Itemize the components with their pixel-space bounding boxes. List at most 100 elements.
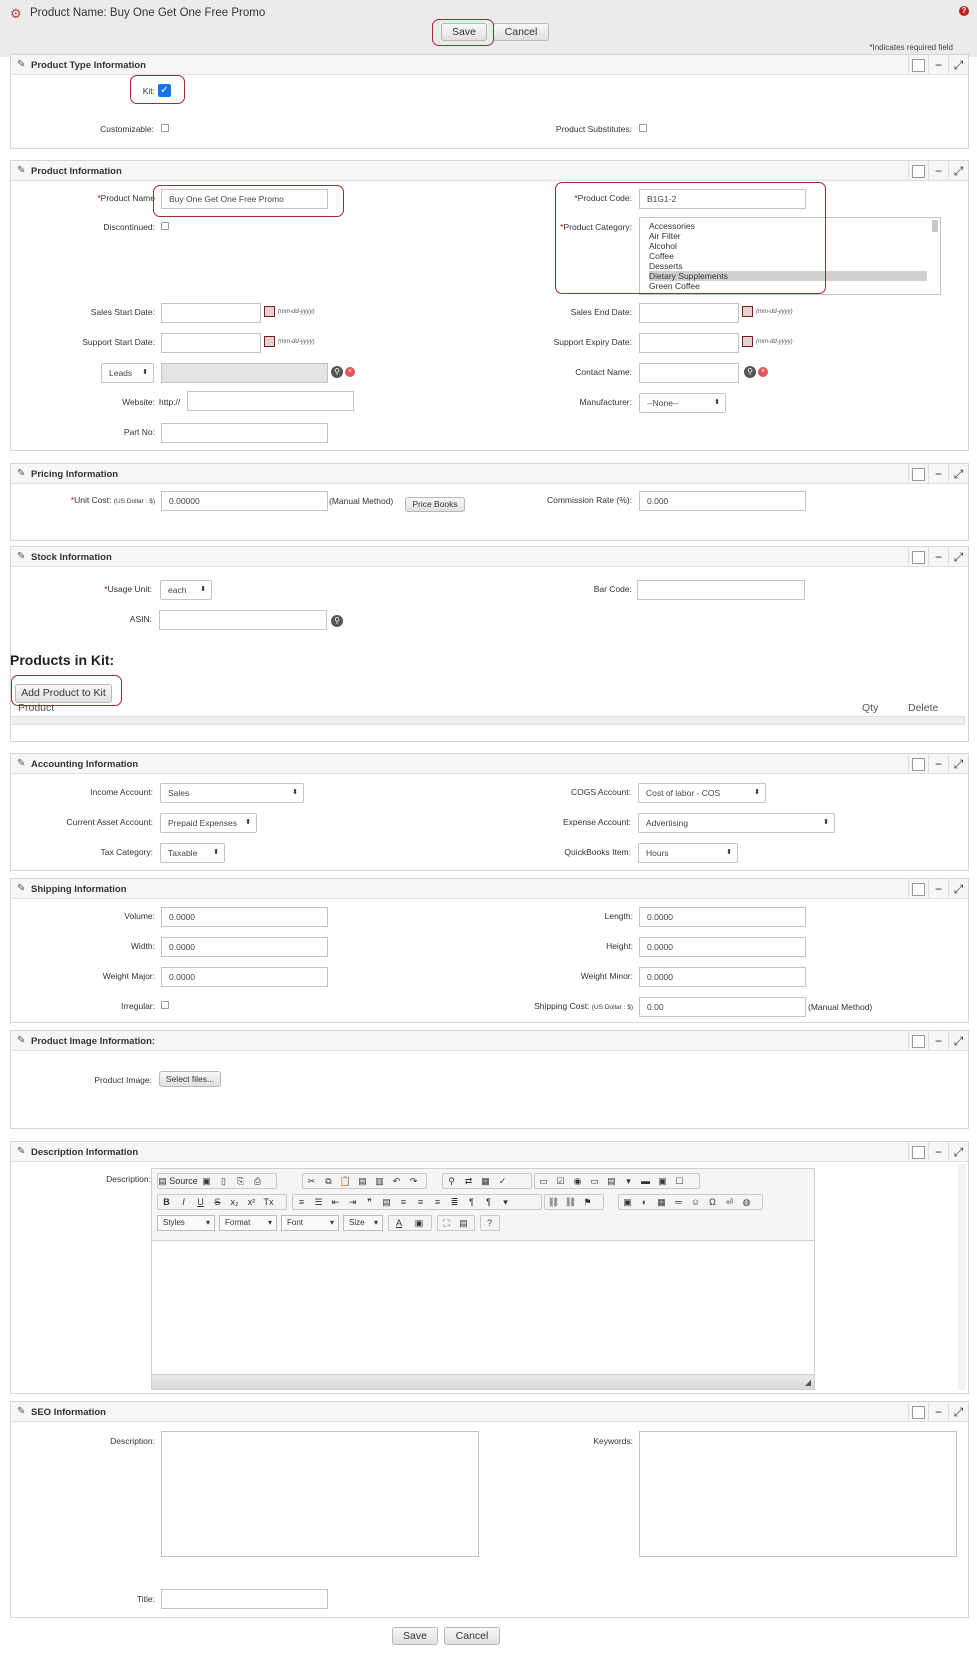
maximize-editor-icon[interactable]: ⛶ [438,1216,455,1230]
cancel-button[interactable]: Cancel [493,23,549,41]
quickbooks-item-select[interactable]: Hours ⬍ [638,843,738,863]
substitutes-checkbox[interactable] [639,124,647,132]
calendar-icon[interactable] [264,336,275,347]
calendar-icon[interactable] [742,336,753,347]
text-color-icon[interactable]: A [389,1216,409,1230]
maximize-button[interactable]: ⤢ [948,161,968,181]
seo-title-input[interactable] [161,1589,328,1609]
iframe-icon[interactable]: ◍ [738,1195,755,1209]
current-asset-select[interactable]: Prepaid Expenses ⬍ [160,813,257,833]
redo-icon[interactable]: ↷ [405,1174,422,1188]
description-textarea[interactable] [152,1240,814,1374]
restore-button[interactable] [908,55,928,75]
help-icon[interactable]: ? [959,6,969,16]
copy-icon[interactable]: ⧉ [320,1174,337,1188]
clear-icon[interactable]: × [758,367,768,377]
minimize-button[interactable]: − [928,754,948,774]
outdent-icon[interactable]: ⇤ [327,1195,344,1209]
maximize-button[interactable]: ⤢ [948,1402,968,1422]
search-icon[interactable]: ⚲ [744,366,756,378]
superscript-icon[interactable]: x² [243,1195,260,1209]
usage-unit-select[interactable]: each ⬍ [160,580,212,600]
support-expiry-input[interactable] [639,333,739,353]
restore-button[interactable] [908,1402,928,1422]
strike-icon[interactable]: S [209,1195,226,1209]
special-char-icon[interactable]: Ω [704,1195,721,1209]
replace-icon[interactable]: ⇄ [460,1174,477,1188]
button-icon[interactable]: ▬ [637,1174,654,1188]
seo-description-textarea[interactable] [161,1431,479,1557]
length-input[interactable]: 0.0000 [639,907,806,927]
minimize-button[interactable]: − [928,1402,948,1422]
category-scrollbar[interactable] [932,220,938,232]
parent-type-select[interactable]: Leads ⬍ [101,363,154,383]
part-no-input[interactable] [161,423,328,443]
income-account-select[interactable]: Sales ⬍ [160,783,304,803]
bold-icon[interactable]: B [158,1195,175,1209]
sales-end-input[interactable] [639,303,739,323]
restore-button[interactable] [908,1142,928,1162]
maximize-button[interactable]: ⤢ [948,754,968,774]
undo-icon[interactable]: ↶ [388,1174,405,1188]
description-scrollbar[interactable] [958,1164,966,1390]
maximize-button[interactable]: ⤢ [948,1031,968,1051]
source-button[interactable]: ▤ Source [158,1174,198,1188]
maximize-button[interactable]: ⤢ [948,464,968,484]
italic-icon[interactable]: I [175,1195,192,1209]
cut-icon[interactable]: ✂ [303,1174,320,1188]
resize-handle[interactable]: ◢ [805,1378,811,1387]
restore-button[interactable] [908,879,928,899]
weight-minor-input[interactable]: 0.0000 [639,967,806,987]
blockquote-icon[interactable]: ❞ [361,1195,378,1209]
search-icon[interactable]: ⚲ [331,366,343,378]
show-blocks-icon[interactable]: ▤ [455,1216,472,1230]
minimize-button[interactable]: − [928,1142,948,1162]
preview-icon[interactable]: ⎘ [232,1174,249,1188]
page-break-icon[interactable]: ⏎ [721,1195,738,1209]
volume-input[interactable]: 0.0000 [161,907,328,927]
align-right-icon[interactable]: ≡ [429,1195,446,1209]
asin-input[interactable] [159,610,327,630]
table-icon[interactable]: ▦ [653,1195,670,1209]
restore-button[interactable] [908,547,928,567]
customizable-checkbox[interactable] [161,124,169,132]
smiley-icon[interactable]: ☺ [687,1195,704,1209]
maximize-button[interactable]: ⤢ [948,55,968,75]
footer-save-button[interactable]: Save [392,1627,438,1645]
sales-start-input[interactable] [161,303,261,323]
irregular-checkbox[interactable] [161,1001,169,1009]
restore-button[interactable] [908,464,928,484]
anchor-icon[interactable]: ⚑ [579,1195,596,1209]
subscript-icon[interactable]: x₂ [226,1195,243,1209]
calendar-icon[interactable] [742,306,753,317]
cogs-account-select[interactable]: Cost of labor - COS ⬍ [638,783,766,803]
restore-button[interactable] [908,161,928,181]
tax-category-select[interactable]: Taxable ⬍ [160,843,225,863]
price-books-button[interactable]: Price Books [405,497,465,512]
indent-icon[interactable]: ⇥ [344,1195,361,1209]
bullet-list-icon[interactable]: ☰ [310,1195,327,1209]
minimize-button[interactable]: − [928,161,948,181]
link-icon[interactable]: ⛓ [545,1195,562,1209]
height-input[interactable]: 0.0000 [639,937,806,957]
restore-button[interactable] [908,754,928,774]
contact-name-input[interactable] [639,363,739,383]
clear-icon[interactable]: × [345,367,355,377]
search-icon[interactable]: ⚲ [331,615,343,627]
format-dropdown[interactable]: Format ▾ [219,1215,277,1231]
image-icon[interactable]: ▣ [619,1195,636,1209]
size-dropdown[interactable]: Size ▾ [343,1215,383,1231]
checkbox-icon[interactable]: ☑ [552,1174,569,1188]
minimize-button[interactable]: − [928,55,948,75]
width-input[interactable]: 0.0000 [161,937,328,957]
paste-text-icon[interactable]: ▤ [354,1174,371,1188]
align-center-icon[interactable]: ≡ [412,1195,429,1209]
website-input[interactable] [187,391,354,411]
flash-icon[interactable]: ◐ [636,1195,653,1209]
div-icon[interactable]: ▤ [378,1195,395,1209]
manufacturer-select[interactable]: --None-- ⬍ [639,393,726,413]
new-page-icon[interactable]: ▯ [215,1174,232,1188]
font-dropdown[interactable]: Font ▾ [281,1215,339,1231]
about-icon[interactable]: ? [481,1216,498,1230]
language-icon[interactable]: ▾ [497,1195,514,1209]
